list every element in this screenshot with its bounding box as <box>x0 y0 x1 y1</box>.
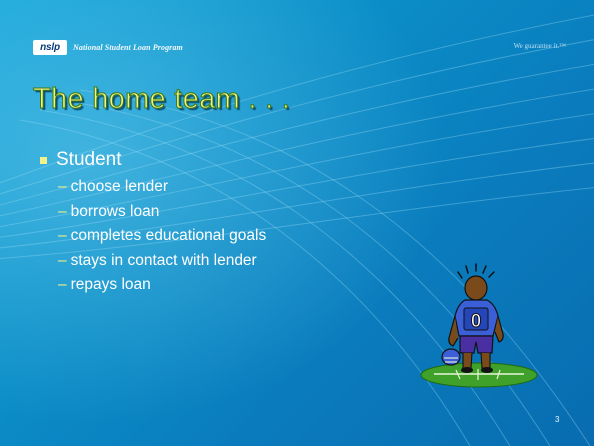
tagline: We guarantee it.™ <box>513 42 566 50</box>
sub-bullet-item: – borrows loan <box>58 200 266 225</box>
organization-name: National Student Loan Program <box>73 42 183 52</box>
sub-bullet-list: – choose lender – borrows loan – completes … <box>58 175 266 298</box>
sub-bullet-text: choose lender <box>70 178 168 195</box>
bullet-student: Student <box>40 147 266 173</box>
dash-bullet-icon: – <box>58 251 67 269</box>
nslp-logo: nslp National Student Loan Program <box>33 39 183 55</box>
nslp-logo-badge: nslp <box>33 39 67 55</box>
dash-bullet-icon: – <box>58 227 67 244</box>
bullet-list: Student – choose lender – borrows loan – co… <box>40 147 266 298</box>
sub-bullet-text: borrows loan <box>70 202 160 220</box>
sub-bullet-item: – choose lender <box>58 175 266 200</box>
dash-bullet-icon: – <box>58 276 67 293</box>
square-bullet-icon <box>40 156 47 164</box>
sub-bullet-text: stays in contact with lender <box>70 251 257 269</box>
sub-bullet-item: – completes educational goals <box>58 224 266 249</box>
bullet-label: Student <box>56 149 122 170</box>
sub-bullet-text: repays loan <box>70 276 151 293</box>
sub-bullet-item: – repays loan <box>58 273 266 298</box>
dash-bullet-icon: – <box>58 202 67 220</box>
helmet <box>441 348 461 366</box>
page-number: 3 <box>555 415 560 424</box>
sub-bullet-item: – stays in contact with lender <box>58 249 266 274</box>
slide: nslp National Student Loan Program We gu… <box>0 0 594 446</box>
jersey-number: 0 <box>471 311 482 332</box>
football-player-clipart: 0 <box>420 263 538 388</box>
dash-bullet-icon: – <box>58 178 67 195</box>
slide-title: The home team . . . <box>32 83 291 116</box>
player-head <box>464 275 488 301</box>
sub-bullet-text: completes educational goals <box>70 227 267 244</box>
